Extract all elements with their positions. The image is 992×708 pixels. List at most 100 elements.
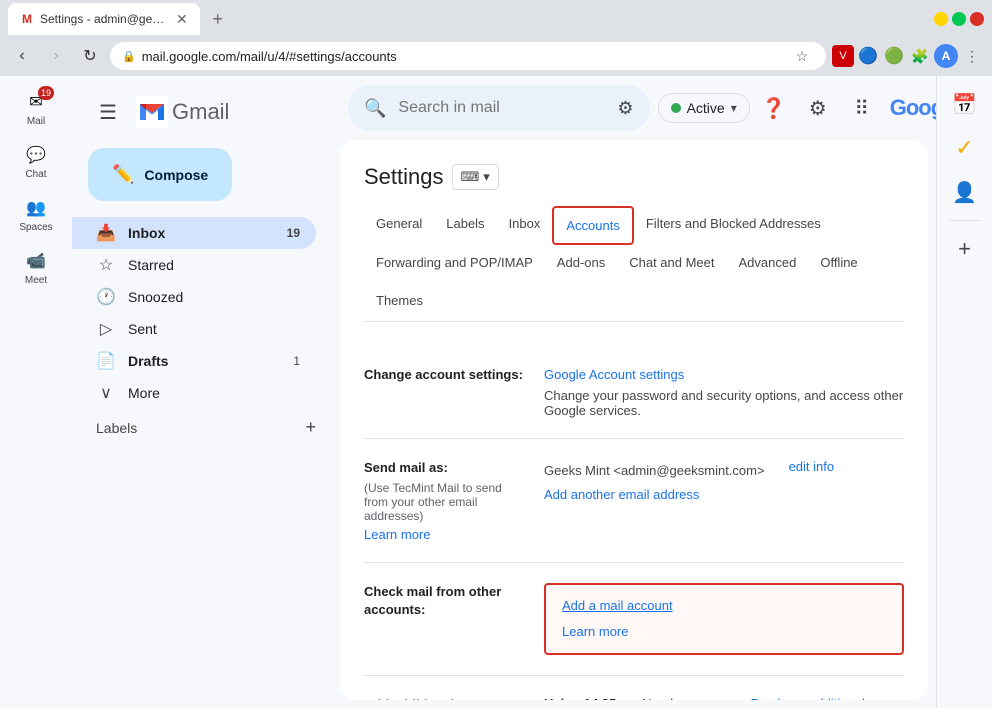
google-logo: Google (890, 95, 936, 121)
tab-chat[interactable]: Chat and Meet (617, 245, 726, 283)
purchase-storage-link[interactable]: Purchase additional storage (751, 696, 904, 700)
search-icon: 🔍 (364, 98, 386, 119)
nav-item-drafts[interactable]: 📄 Drafts 1 (72, 345, 316, 377)
hamburger-menu[interactable]: ☰ (88, 92, 128, 132)
add-email-address-link[interactable]: Add another email address (544, 487, 699, 502)
change-account-value: Google Account settings Change your pass… (544, 366, 904, 418)
tab-offline[interactable]: Offline (808, 245, 869, 283)
tab-general[interactable]: General (364, 206, 434, 245)
send-mail-learn-more[interactable]: Learn more (364, 527, 524, 542)
close-button[interactable] (970, 12, 984, 26)
gmail-nav-panel: ☰ Gmail ✏️ Compose 📥 Inbox 19 (72, 76, 332, 708)
main-content: 🔍 ⚙ Active ▾ ❓ ⚙ ⠿ Google G (332, 76, 936, 708)
check-mail-learn-more[interactable]: Learn more (562, 624, 628, 639)
sidebar-item-mail[interactable]: ✉ 19 Mail (2, 84, 70, 133)
nav-item-sent[interactable]: ▷ Sent (72, 313, 316, 345)
tab-addons[interactable]: Add-ons (545, 245, 617, 283)
search-bar[interactable]: 🔍 ⚙ (348, 85, 650, 131)
refresh-button[interactable]: ↻ (76, 42, 104, 70)
puzzle-button[interactable]: 🧩 (908, 44, 932, 68)
menu-button[interactable]: ⋮ (960, 44, 984, 68)
settings-row-storage: Add additional storage: Using 14.25 GB. … (364, 676, 904, 700)
tab-advanced[interactable]: Advanced (727, 245, 809, 283)
add-label-button[interactable]: + (305, 417, 316, 438)
forward-button[interactable]: › (42, 42, 70, 70)
bookmark-button[interactable]: ☆ (790, 44, 814, 68)
url-text: mail.google.com/mail/u/4/#settings/accou… (142, 49, 397, 64)
spaces-label: Spaces (19, 222, 52, 233)
tab-labels[interactable]: Labels (434, 206, 496, 245)
nav-item-inbox[interactable]: 📥 Inbox 19 (72, 217, 316, 249)
mail-icon: ✉ 19 (24, 90, 48, 114)
contacts-icon[interactable]: 👤 (945, 172, 985, 212)
sidebar-item-spaces[interactable]: 👥 Spaces (2, 190, 70, 239)
add-mail-account-link[interactable]: Add a mail account (562, 598, 673, 613)
search-options-icon[interactable]: ⚙ (617, 98, 633, 119)
compose-button[interactable]: ✏️ Compose (88, 148, 232, 201)
tab-close-button[interactable]: ✕ (176, 11, 188, 28)
status-dot (671, 103, 681, 113)
change-account-desc: Change your password and security option… (544, 388, 904, 418)
lock-icon: 🔒 (122, 50, 136, 63)
nav-item-starred[interactable]: ☆ Starred (72, 249, 316, 281)
sidebar-item-meet[interactable]: 📹 Meet (2, 243, 70, 292)
inbox-count: 19 (287, 226, 300, 240)
settings-row-send-mail: Send mail as: (Use TecMint Mail to send … (364, 439, 904, 563)
extension-button[interactable]: V (832, 45, 854, 67)
tab-inbox[interactable]: Inbox (497, 206, 553, 245)
active-status-button[interactable]: Active ▾ (658, 93, 750, 123)
check-mail-label: Check mail from other accounts: (364, 583, 524, 655)
profile-button[interactable]: A (934, 44, 958, 68)
edit-info-link[interactable]: edit info (789, 459, 835, 474)
tab-themes[interactable]: Themes (364, 283, 435, 321)
tab-bar: M Settings - admin@geeks ✕ + (8, 3, 926, 35)
nav-item-snoozed[interactable]: 🕐 Snoozed (72, 281, 316, 313)
tasks-icon[interactable]: ✓ (945, 128, 985, 168)
sidebar: ✉ 19 Mail 💬 Chat 👥 Spaces 📹 Meet (0, 76, 72, 708)
address-bar[interactable]: 🔒 mail.google.com/mail/u/4/#settings/acc… (110, 42, 826, 70)
storage-need-more: Need more space? (642, 696, 747, 700)
check-mail-value: Add a mail account Learn more (544, 583, 904, 655)
add-panel-icon: + (958, 236, 971, 262)
settings-row-check-mail: Check mail from other accounts: Add a ma… (364, 563, 904, 676)
snoozed-icon: 🕐 (96, 287, 116, 307)
add-panel-button[interactable]: + (945, 229, 985, 269)
search-input[interactable] (398, 99, 605, 117)
address-bar-actions: ☆ (790, 44, 814, 68)
minimize-button[interactable] (934, 12, 948, 26)
inbox-label: Inbox (128, 225, 275, 241)
maximize-button[interactable] (952, 12, 966, 26)
compose-icon: ✏️ (112, 164, 134, 185)
send-mail-title: Send mail as: (364, 460, 448, 475)
inbox-icon: 📥 (96, 223, 116, 243)
chrome-extension-button[interactable]: 🔵 (856, 44, 880, 68)
meet-label: Meet (25, 275, 47, 286)
sync-button[interactable]: 🟢 (882, 44, 906, 68)
change-account-label: Change account settings: (364, 366, 524, 418)
send-mail-label: Send mail as: (Use TecMint Mail to send … (364, 459, 524, 542)
back-button[interactable]: ‹ (8, 42, 36, 70)
google-account-settings-link[interactable]: Google Account settings (544, 367, 684, 382)
tab-filters[interactable]: Filters and Blocked Addresses (634, 206, 833, 245)
app-container: ✉ 19 Mail 💬 Chat 👥 Spaces 📹 Meet ☰ (0, 76, 992, 708)
settings-button[interactable]: ⚙ (798, 88, 838, 128)
drafts-label: Drafts (128, 353, 281, 369)
settings-row-account: Change account settings: Google Account … (364, 346, 904, 439)
active-tab[interactable]: M Settings - admin@geeks ✕ (8, 3, 200, 35)
settings-title-text: Settings (364, 164, 444, 190)
help-button[interactable]: ❓ (754, 88, 794, 128)
sidebar-item-chat[interactable]: 💬 Chat (2, 137, 70, 186)
status-text: Active (687, 100, 725, 116)
apps-button[interactable]: ⠿ (842, 88, 882, 128)
more-label: More (128, 385, 300, 401)
tab-forwarding[interactable]: Forwarding and POP/IMAP (364, 245, 545, 283)
tab-accounts[interactable]: Accounts (552, 206, 633, 245)
storage-label: Add additional storage: (364, 696, 524, 700)
starred-label: Starred (128, 257, 300, 273)
chevron-down-icon: ▾ (731, 101, 737, 115)
keyboard-icon: ⌨ (461, 169, 480, 185)
calendar-icon[interactable]: 📅 (945, 84, 985, 124)
new-tab-button[interactable]: + (204, 5, 232, 33)
keyboard-shortcuts-button[interactable]: ⌨ ▾ (452, 164, 499, 190)
nav-item-more[interactable]: ∨ More (72, 377, 316, 409)
